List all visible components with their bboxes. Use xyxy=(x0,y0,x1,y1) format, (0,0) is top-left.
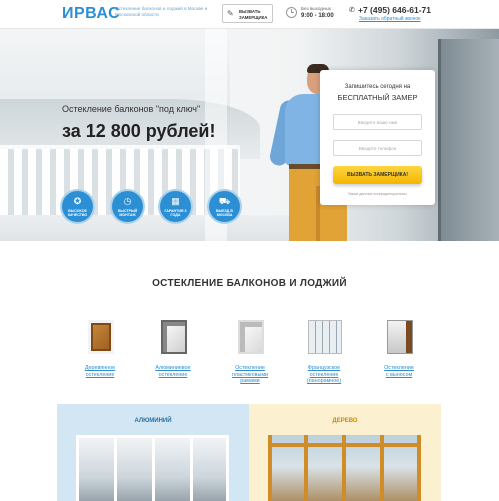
wood-balcony-photo xyxy=(268,435,421,501)
type-aluminium[interactable]: Алюминиевое остекление xyxy=(143,320,203,390)
medal-icon: ✪ xyxy=(73,196,82,206)
feature-fast-install: ◷ БЫСТРЫЙ МОНТАЖ xyxy=(110,189,145,224)
remote-balcony-icon xyxy=(387,320,413,354)
french-window-icon xyxy=(308,320,342,354)
car-icon: ⛟ xyxy=(218,196,231,206)
measurement-form: Запишитесь сегодня на БЕСПЛАТНЫЙ ЗАМЕР В… xyxy=(320,70,435,205)
feature-visit: ⛟ ВЫЕЗД В МОСКВА xyxy=(207,189,242,224)
site-header: ИРВАС Остекление балконов и лоджий в Мос… xyxy=(0,0,499,29)
tagline: Остекление балконов и лоджий в Москве и … xyxy=(115,6,208,17)
feature-warranty: ▦ ГАРАНТИЯ 3 ГОДА xyxy=(158,189,193,224)
timer-icon: ◷ xyxy=(123,196,132,206)
type-plastic[interactable]: Остекление пластиковыми рамами xyxy=(220,320,280,390)
submit-measurer-button[interactable]: ВЫЗВАТЬ ЗАМЕРЩИКА! xyxy=(333,166,422,184)
hero-subtitle: Остекление балконов "под ключ" xyxy=(62,104,201,114)
feature-quality: ✪ ВЫСОКОЕ КАЧЕСТВО xyxy=(60,189,95,224)
calendar-icon: ▦ xyxy=(171,196,180,206)
hero-price: за 12 800 рублей! xyxy=(62,121,216,141)
type-wood[interactable]: Деревянное остекление xyxy=(70,320,130,390)
clock-icon xyxy=(286,7,297,18)
panel-aluminium-title: АЛЮМИНИЙ xyxy=(134,418,172,424)
phone-number[interactable]: +7 (495) 646-61-71 xyxy=(358,5,431,15)
call-measurer-button[interactable]: ✎ ВЫЗВАТЬ ЗАМЕРЩИКА xyxy=(222,4,273,23)
panel-wood: ДЕРЕВО xyxy=(249,404,441,501)
plastic-window-icon xyxy=(238,320,264,354)
type-remote[interactable]: Остекление с выносом xyxy=(369,320,429,390)
phone-icon: ✆ xyxy=(349,7,355,14)
hero-banner: Остекление балконов "под ключ" за 12 800… xyxy=(0,29,499,241)
callback-link[interactable]: Заказать обратный звонок xyxy=(359,16,420,22)
phone-input[interactable] xyxy=(333,140,422,156)
hours-value: 9:00 - 18:00 xyxy=(301,13,334,19)
hours-label: Без выходных xyxy=(301,6,332,11)
call-measurer-label: ВЫЗВАТЬ ЗАМЕРЩИКА xyxy=(239,9,268,20)
form-subtitle: БЕСПЛАТНЫЙ ЗАМЕР xyxy=(337,93,418,102)
form-title: Запишитесь сегодня на xyxy=(344,84,411,90)
aluminium-balcony-photo xyxy=(76,435,229,501)
tools-icon: ✎ xyxy=(227,9,234,18)
section-title: ОСТЕКЛЕНИЕ БАЛКОНОВ И ЛОДЖИЙ xyxy=(152,278,347,289)
name-input[interactable] xyxy=(333,114,422,130)
panel-wood-title: ДЕРЕВО xyxy=(332,418,358,424)
aluminium-window-icon xyxy=(161,320,187,354)
type-french[interactable]: Французское остекление (панорамное) xyxy=(294,320,354,390)
wood-window-icon xyxy=(88,320,114,354)
logo[interactable]: ИРВАС xyxy=(62,5,120,23)
privacy-note: Ваши данные конфиденциальны xyxy=(348,192,407,196)
panel-aluminium: АЛЮМИНИЙ xyxy=(57,404,249,501)
